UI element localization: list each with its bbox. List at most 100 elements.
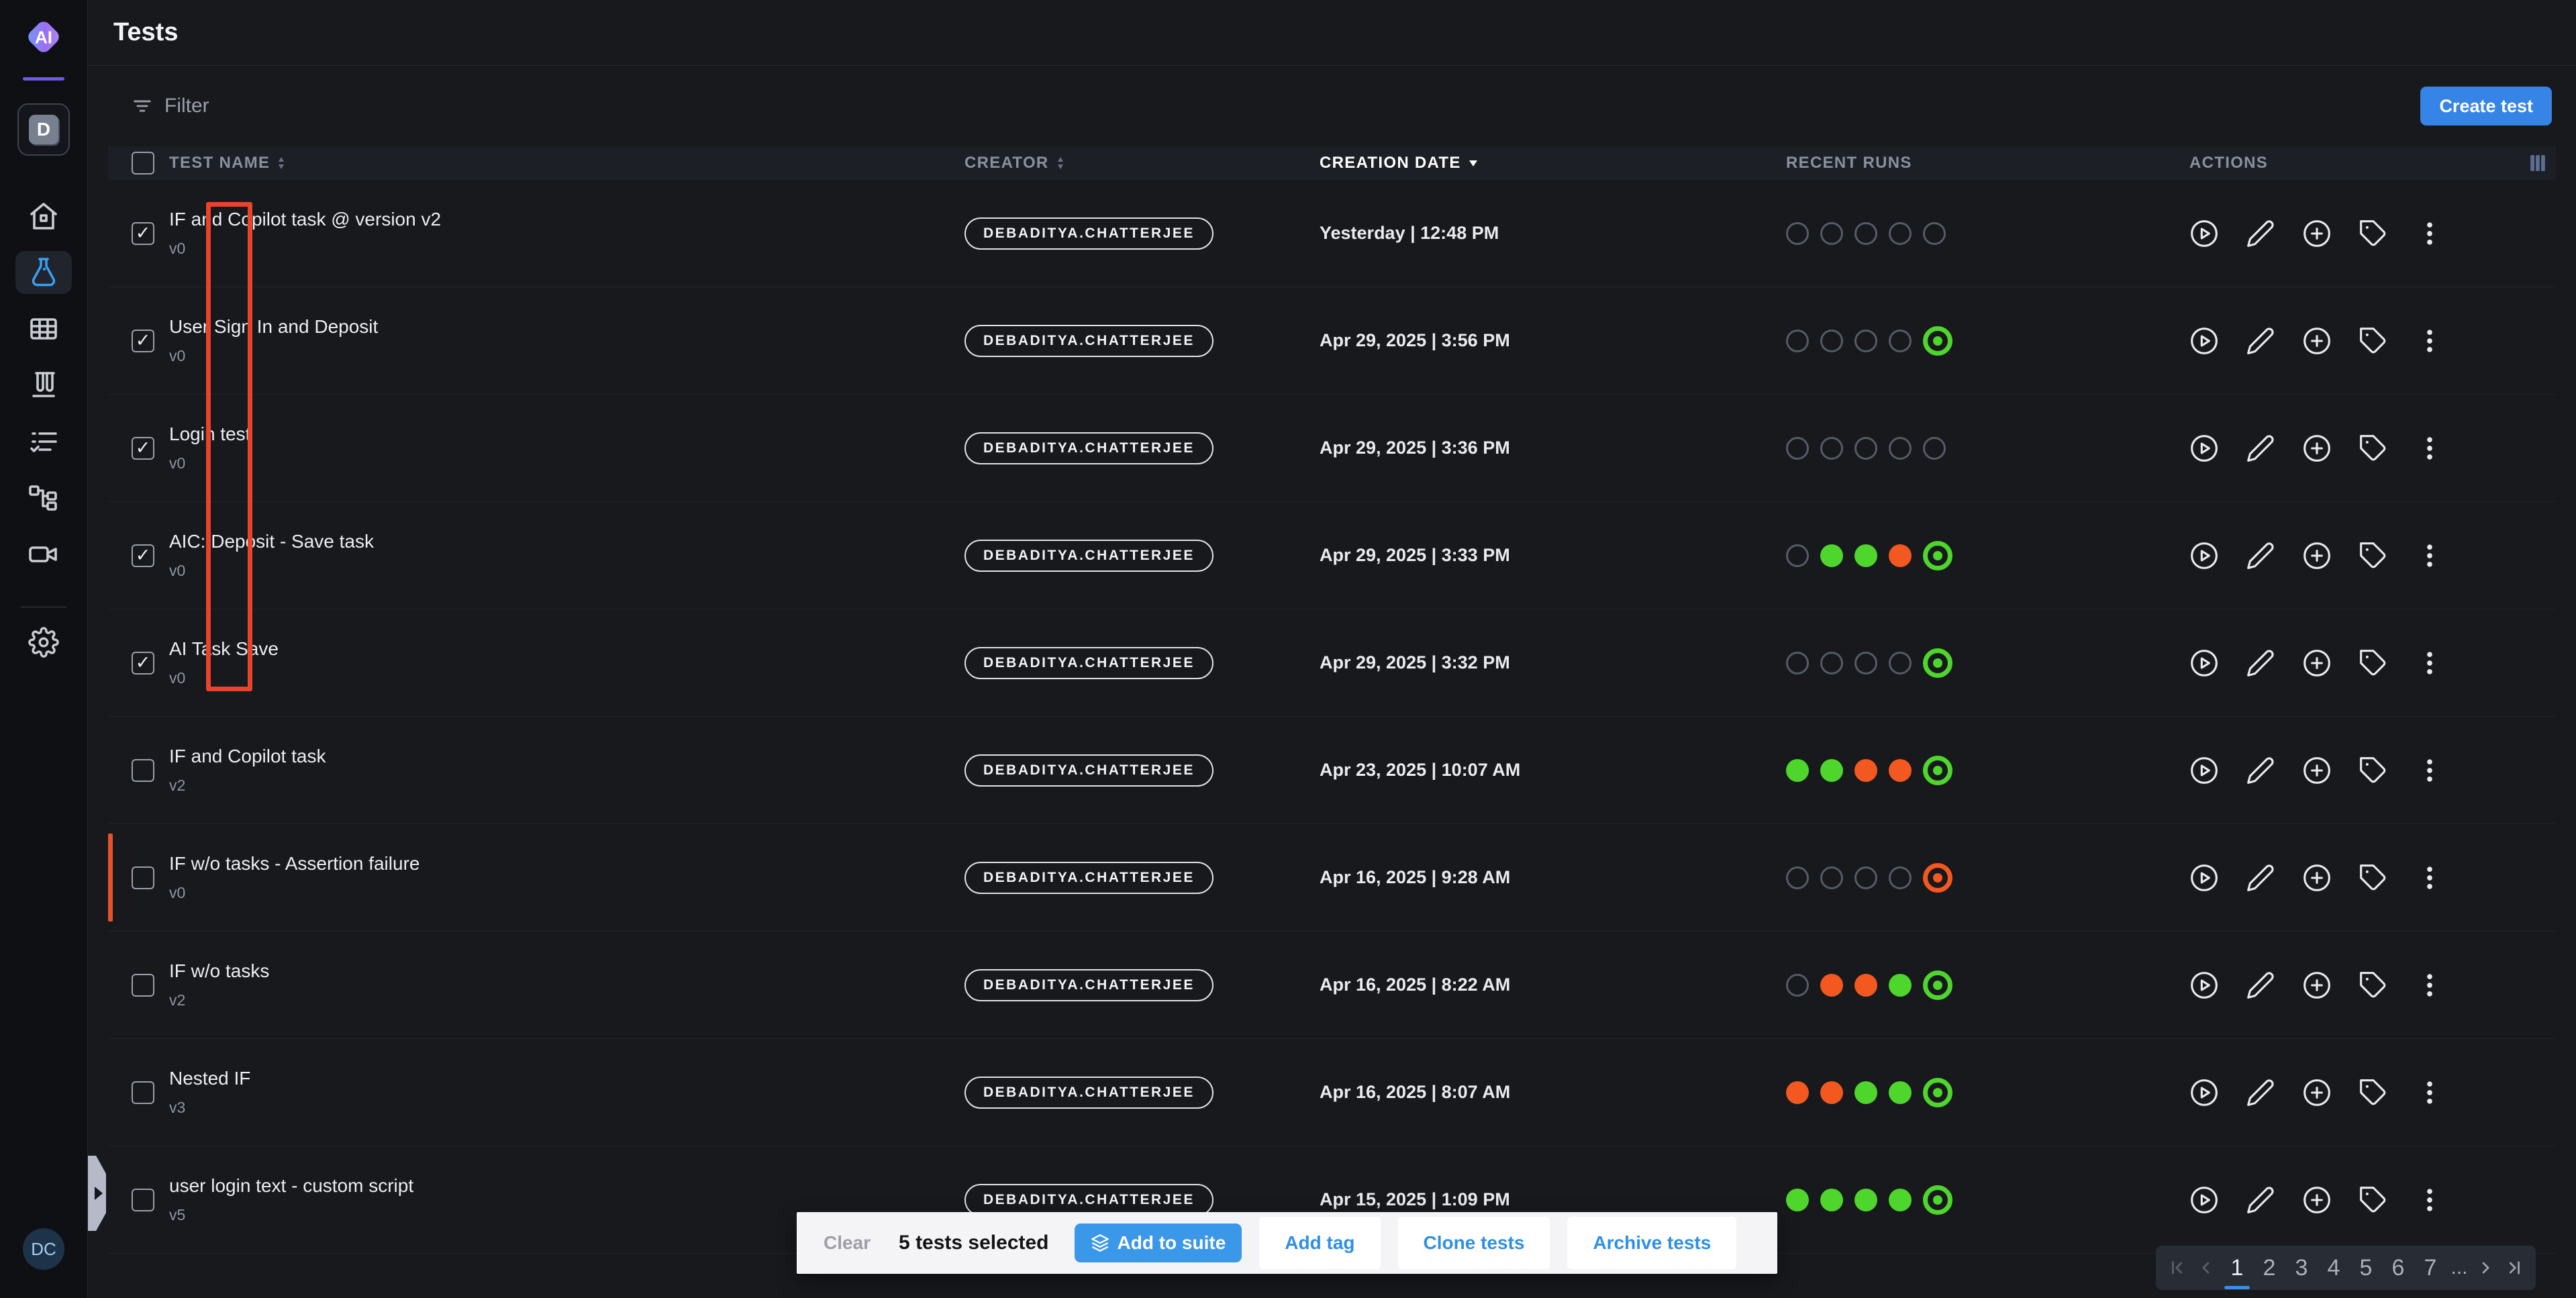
clear-selection-button[interactable]: Clear xyxy=(824,1232,871,1254)
run-test-button[interactable] xyxy=(2189,648,2219,678)
edit-test-button[interactable] xyxy=(2246,541,2275,570)
row-checkbox[interactable]: ✓ xyxy=(132,222,154,245)
run-status-dot[interactable] xyxy=(1854,1189,1877,1211)
sidebar-item-settings[interactable] xyxy=(15,621,72,664)
edit-test-button[interactable] xyxy=(2246,970,2275,1000)
more-options-button[interactable] xyxy=(2415,1078,2444,1107)
run-status-dot[interactable] xyxy=(1889,222,1912,245)
test-name[interactable]: IF w/o tasks - Assertion failure xyxy=(169,853,964,875)
add-to-suite-row-button[interactable] xyxy=(2302,541,2332,570)
workspace-button[interactable]: D xyxy=(17,103,70,156)
column-header-test-name[interactable]: TEST NAME xyxy=(169,154,964,172)
tag-test-button[interactable] xyxy=(2359,648,2388,678)
sidebar-item-workflow[interactable] xyxy=(15,477,72,519)
run-status-dot[interactable] xyxy=(1923,970,1952,1000)
run-status-dot[interactable] xyxy=(1820,974,1843,997)
tag-test-button[interactable] xyxy=(2359,326,2388,356)
add-to-suite-row-button[interactable] xyxy=(2302,1185,2332,1215)
run-status-dot[interactable] xyxy=(1923,1078,1952,1107)
run-status-dot[interactable] xyxy=(1889,974,1912,997)
run-status-dot[interactable] xyxy=(1786,544,1809,567)
column-header-creation-date[interactable]: CREATION DATE xyxy=(1320,154,1786,172)
test-name[interactable]: IF and Copilot task @ version v2 xyxy=(169,209,964,230)
edit-test-button[interactable] xyxy=(2246,1078,2275,1107)
run-status-dot[interactable] xyxy=(1889,652,1912,675)
last-page-button[interactable] xyxy=(2500,1258,2527,1277)
run-status-dot[interactable] xyxy=(1923,1185,1952,1215)
sidebar-item-recordings[interactable] xyxy=(15,533,72,576)
next-page-button[interactable] xyxy=(2472,1258,2499,1277)
edit-test-button[interactable] xyxy=(2246,756,2275,785)
run-test-button[interactable] xyxy=(2189,219,2219,248)
add-to-suite-row-button[interactable] xyxy=(2302,219,2332,248)
run-status-dot[interactable] xyxy=(1923,756,1952,785)
run-status-dot[interactable] xyxy=(1854,1081,1877,1104)
more-options-button[interactable] xyxy=(2415,434,2444,463)
run-status-dot[interactable] xyxy=(1854,759,1877,782)
run-test-button[interactable] xyxy=(2189,863,2219,893)
run-status-dot[interactable] xyxy=(1854,866,1877,889)
page-number-3[interactable]: 3 xyxy=(2285,1255,2318,1281)
more-options-button[interactable] xyxy=(2415,756,2444,785)
add-to-suite-row-button[interactable] xyxy=(2302,326,2332,356)
run-test-button[interactable] xyxy=(2189,1185,2219,1215)
page-number-7[interactable]: 7 xyxy=(2414,1255,2446,1281)
tag-test-button[interactable] xyxy=(2359,1185,2388,1215)
tag-test-button[interactable] xyxy=(2359,863,2388,893)
run-status-dot[interactable] xyxy=(1820,1189,1843,1211)
edit-test-button[interactable] xyxy=(2246,434,2275,463)
run-status-dot[interactable] xyxy=(1889,544,1912,567)
tag-test-button[interactable] xyxy=(2359,434,2388,463)
run-test-button[interactable] xyxy=(2189,326,2219,356)
tag-test-button[interactable] xyxy=(2359,541,2388,570)
more-options-button[interactable] xyxy=(2415,326,2444,356)
run-status-dot[interactable] xyxy=(1820,759,1843,782)
test-name[interactable]: User Sign In and Deposit xyxy=(169,316,964,338)
test-name[interactable]: Nested IF xyxy=(169,1068,964,1089)
run-status-dot[interactable] xyxy=(1820,652,1843,675)
sidebar-item-data-tables[interactable] xyxy=(15,307,72,350)
run-status-dot[interactable] xyxy=(1923,648,1952,678)
run-status-dot[interactable] xyxy=(1923,222,1946,245)
run-status-dot[interactable] xyxy=(1820,437,1843,460)
run-status-dot[interactable] xyxy=(1786,974,1809,997)
run-status-dot[interactable] xyxy=(1786,437,1809,460)
run-status-dot[interactable] xyxy=(1889,330,1912,352)
run-status-dot[interactable] xyxy=(1820,544,1843,567)
app-logo[interactable]: AI xyxy=(21,15,66,62)
more-options-button[interactable] xyxy=(2415,1185,2444,1215)
run-status-dot[interactable] xyxy=(1786,330,1809,352)
add-to-suite-row-button[interactable] xyxy=(2302,648,2332,678)
more-options-button[interactable] xyxy=(2415,970,2444,1000)
tag-test-button[interactable] xyxy=(2359,756,2388,785)
add-to-suite-row-button[interactable] xyxy=(2302,970,2332,1000)
add-to-suite-button[interactable]: Add to suite xyxy=(1075,1224,1242,1262)
sidebar-item-test-tubes[interactable] xyxy=(15,364,72,407)
run-status-dot[interactable] xyxy=(1786,1189,1809,1211)
add-to-suite-row-button[interactable] xyxy=(2302,863,2332,893)
user-avatar[interactable]: DC xyxy=(23,1228,64,1270)
run-status-dot[interactable] xyxy=(1854,652,1877,675)
run-status-dot[interactable] xyxy=(1889,866,1912,889)
sidebar-item-tests[interactable] xyxy=(15,251,72,294)
row-checkbox[interactable]: ✓ xyxy=(132,652,154,675)
row-checkbox[interactable] xyxy=(132,866,154,889)
run-test-button[interactable] xyxy=(2189,1078,2219,1107)
row-checkbox[interactable]: ✓ xyxy=(132,437,154,460)
run-status-dot[interactable] xyxy=(1786,652,1809,675)
run-test-button[interactable] xyxy=(2189,756,2219,785)
row-checkbox[interactable]: ✓ xyxy=(132,330,154,352)
test-name[interactable]: Login test xyxy=(169,423,964,445)
run-status-dot[interactable] xyxy=(1854,437,1877,460)
more-options-button[interactable] xyxy=(2415,219,2444,248)
run-status-dot[interactable] xyxy=(1786,759,1809,782)
test-name[interactable]: AIC: Deposit - Save task xyxy=(169,531,964,552)
test-name[interactable]: IF w/o tasks xyxy=(169,960,964,982)
run-status-dot[interactable] xyxy=(1854,974,1877,997)
sidebar-item-run-list[interactable] xyxy=(15,420,72,463)
row-checkbox[interactable] xyxy=(132,759,154,782)
tag-test-button[interactable] xyxy=(2359,219,2388,248)
add-to-suite-row-button[interactable] xyxy=(2302,756,2332,785)
run-status-dot[interactable] xyxy=(1786,1081,1809,1104)
run-status-dot[interactable] xyxy=(1889,1189,1912,1211)
